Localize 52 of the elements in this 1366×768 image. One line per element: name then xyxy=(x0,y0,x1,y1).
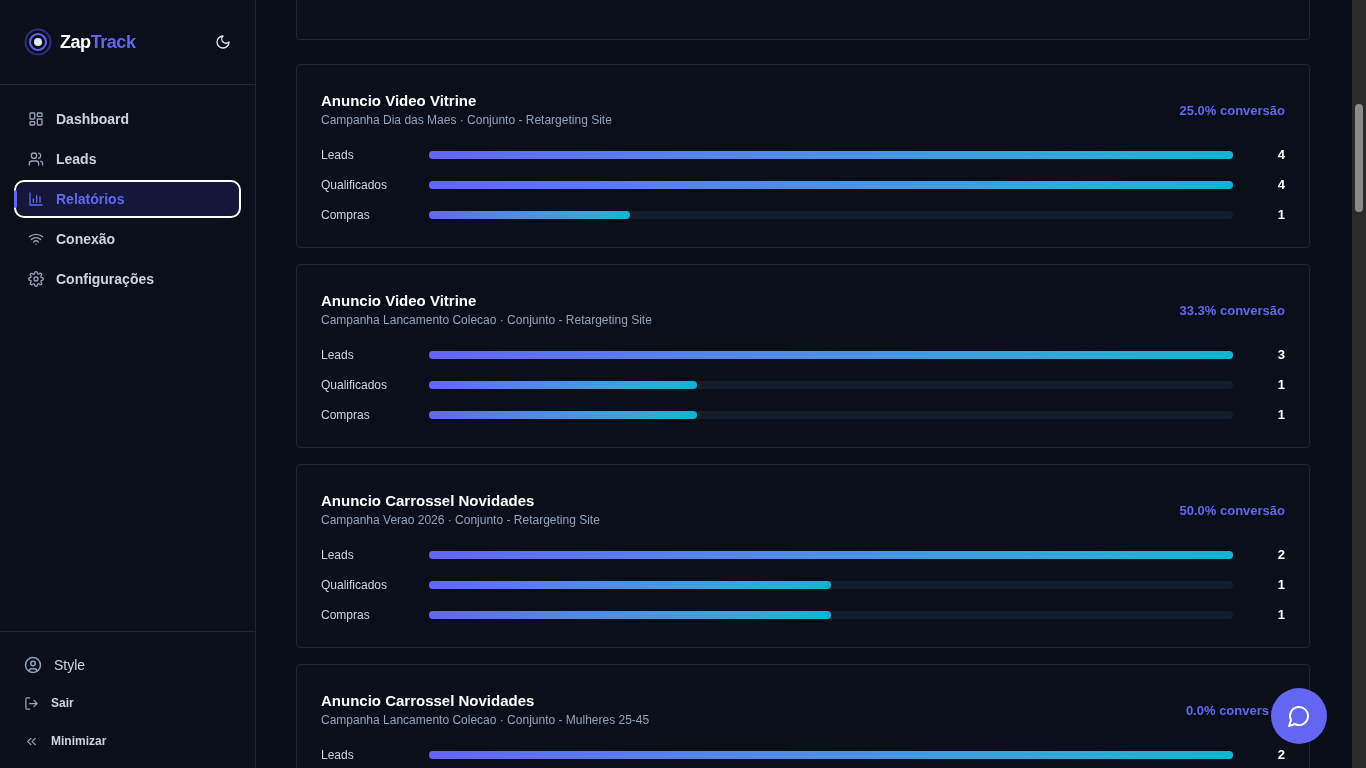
footer-item[interactable]: Style xyxy=(24,652,231,678)
metric-label: Leads xyxy=(321,747,355,764)
metric-label: Compras xyxy=(321,607,371,624)
metric-label: Qualificados xyxy=(321,177,389,194)
scrollbar[interactable] xyxy=(1352,0,1366,768)
metric-count: 2 xyxy=(1276,546,1285,565)
logout-icon xyxy=(24,695,39,711)
footer-item[interactable]: Sair xyxy=(24,690,231,716)
users-icon xyxy=(28,151,44,167)
nav-item[interactable]: Relatórios xyxy=(14,180,241,218)
brand-name: ZapTrack xyxy=(60,30,136,54)
metric-count: 1 xyxy=(1276,606,1285,625)
moon-icon[interactable] xyxy=(215,34,231,50)
user-circle-icon xyxy=(24,656,42,674)
nav-item[interactable]: Leads xyxy=(14,140,241,178)
conversion-rate: 0.0% convers xyxy=(1185,702,1269,720)
conversion-rate: 50.0% conversão xyxy=(1179,502,1285,520)
logo-icon xyxy=(24,28,52,56)
metric-count: 2 xyxy=(1276,746,1285,765)
ad-title: Anuncio Carrossel Novidades xyxy=(321,491,536,511)
nav-item[interactable]: Conexão xyxy=(14,220,241,258)
metric-label: Leads xyxy=(321,547,355,564)
metric-count: 4 xyxy=(1276,176,1285,195)
footer-item[interactable]: Minimizar xyxy=(24,728,231,754)
metric-count: 4 xyxy=(1276,146,1285,165)
metric-count: 1 xyxy=(1276,576,1285,595)
metric-label: Leads xyxy=(321,347,355,364)
ad-subtitle: Campanha Verao 2026 · Conjunto - Retargeting Site xyxy=(321,512,600,528)
settings-icon xyxy=(28,271,44,287)
ad-subtitle: Campanha Dia das Maes · Conjunto - Retargeting Site xyxy=(321,112,612,128)
metric-label: Compras xyxy=(321,207,371,224)
bar-chart-icon xyxy=(28,191,44,207)
wifi-icon xyxy=(28,231,44,247)
metric-label: Qualificados xyxy=(321,377,389,394)
metric-count: 1 xyxy=(1276,406,1285,425)
dashboard-icon xyxy=(28,111,44,127)
nav-item[interactable]: Configurações xyxy=(14,260,241,298)
metric-count: 1 xyxy=(1276,206,1285,225)
conversion-rate: 33.3% conversão xyxy=(1179,302,1285,320)
metric-label: Leads xyxy=(321,147,355,164)
ad-subtitle: Campanha Lancamento Colecao · Conjunto - Mulheres 25-45 xyxy=(321,712,650,728)
metric-label: Qualificados xyxy=(321,577,389,594)
ad-title: Anuncio Carrossel Novidades xyxy=(321,691,536,711)
metric-count: 3 xyxy=(1276,346,1285,365)
ad-title: Anuncio Video Vitrine xyxy=(321,91,478,111)
conversion-rate: 25.0% conversão xyxy=(1179,102,1285,120)
metric-label: Compras xyxy=(321,407,371,424)
ad-subtitle: Campanha Lancamento Colecao · Conjunto - Retargeting Site xyxy=(321,312,652,328)
metric-count: 1 xyxy=(1276,376,1285,395)
nav-item[interactable]: Dashboard xyxy=(14,100,241,138)
chat-icon xyxy=(1287,704,1311,728)
ad-title: Anuncio Video Vitrine xyxy=(321,291,478,311)
